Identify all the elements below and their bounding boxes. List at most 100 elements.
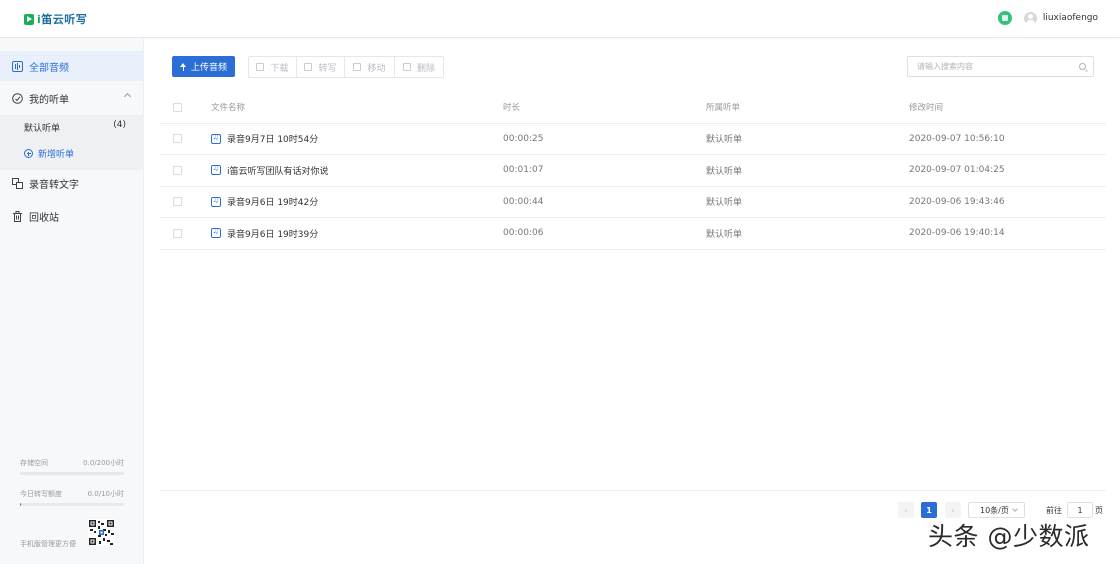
- quota-progress-bar: [20, 503, 124, 506]
- goto-page-input[interactable]: 1: [1067, 502, 1093, 518]
- audio-file-icon: [211, 133, 221, 144]
- header-right: liuxiaofengo: [997, 11, 1098, 25]
- search-box: [907, 56, 1094, 77]
- upload-audio-button[interactable]: 上传音频: [172, 56, 235, 77]
- playlist-icon: [12, 92, 23, 104]
- row-checkbox[interactable]: [173, 134, 182, 144]
- sidebar-item-label: 录音转文字: [29, 179, 79, 191]
- sidebar: 全部音频 我的听单 默认听单 (4) 新增听单 录音转文字 回收站 存储空间 0…: [0, 38, 144, 564]
- modified-time: 2020-09-07 10:56:10: [909, 133, 1005, 144]
- playlist: 默认听单: [706, 229, 743, 240]
- move-button[interactable]: 移动: [345, 57, 395, 77]
- quota-progress-fill: [20, 503, 22, 506]
- transcribe-button[interactable]: 转写: [297, 57, 345, 77]
- duration: 00:00:06: [503, 228, 544, 239]
- playlist-default[interactable]: 默认听单: [24, 121, 60, 134]
- search-input[interactable]: [917, 60, 1077, 73]
- file-name[interactable]: i笛云听写团队有话对你说: [227, 164, 329, 177]
- file-name[interactable]: 录音9月6日 19时42分: [227, 195, 318, 208]
- next-page-button[interactable]: ›: [945, 502, 961, 518]
- audio-file-icon: [211, 196, 221, 207]
- modified-time: 2020-09-06 19:40:14: [909, 228, 1005, 239]
- table-row[interactable]: i笛云听写团队有话对你说 00:01:07 默认听单 2020-09-07 01…: [160, 155, 1106, 187]
- col-name-header[interactable]: 文件名称: [211, 92, 245, 123]
- download-button[interactable]: 下载: [249, 57, 297, 77]
- table-row[interactable]: 录音9月6日 19时42分 00:00:44 默认听单 2020-09-06 1…: [160, 187, 1106, 218]
- row-checkbox[interactable]: [173, 197, 182, 207]
- download-icon: [256, 63, 265, 71]
- table-row[interactable]: 录音9月6日 19时39分 00:00:06 默认听单 2020-09-06 1…: [160, 218, 1106, 250]
- move-icon: [353, 63, 362, 71]
- transcribe-icon: [304, 63, 313, 71]
- page-suffix-label: 页: [1095, 505, 1103, 515]
- add-playlist-button[interactable]: 新增听单: [24, 147, 74, 160]
- logo-text: i笛云听写: [37, 13, 88, 26]
- file-name[interactable]: 录音9月6日 19时39分: [227, 227, 318, 240]
- playlist: 默认听单: [706, 135, 743, 146]
- storage-label: 存储空间: [20, 459, 48, 467]
- storage-value: 0.0/200小时: [83, 459, 124, 467]
- upload-label: 上传音频: [190, 63, 227, 73]
- audio-file-icon: [211, 164, 221, 176]
- row-checkbox[interactable]: [173, 228, 182, 238]
- transcribe-icon: [12, 177, 23, 189]
- sidebar-item-label: 全部音频: [29, 62, 69, 74]
- prev-page-button[interactable]: ‹: [898, 502, 914, 518]
- search-icon[interactable]: [1079, 63, 1086, 70]
- duration: 00:01:07: [503, 165, 544, 176]
- playlist: 默认听单: [706, 198, 743, 209]
- chevron-up-icon[interactable]: [123, 92, 132, 101]
- storage-stat: 存储空间 0.0/200小时: [20, 458, 124, 468]
- table-row[interactable]: 录音9月7日 10时54分 00:00:25 默认听单 2020-09-07 1…: [160, 124, 1106, 155]
- modified-time: 2020-09-06 19:43:46: [909, 196, 1005, 207]
- playlist-count: (4): [113, 120, 126, 130]
- quota-label: 今日转写额度: [20, 490, 62, 498]
- row-checkbox[interactable]: [173, 165, 182, 175]
- sidebar-item-label: 回收站: [29, 212, 59, 224]
- duration: 00:00:25: [503, 133, 544, 144]
- file-name[interactable]: 录音9月7日 10时54分: [227, 132, 318, 145]
- playlist-submenu: 默认听单 (4): [0, 115, 144, 170]
- logo-play-icon: [24, 13, 34, 25]
- avatar[interactable]: [1023, 11, 1037, 25]
- select-all-checkbox[interactable]: [173, 102, 182, 112]
- sidebar-item-trash[interactable]: 回收站: [0, 201, 144, 231]
- status-icon[interactable]: [997, 11, 1012, 25]
- add-circle-icon: [24, 149, 33, 158]
- col-playlist-header[interactable]: 所属听单: [706, 92, 740, 123]
- add-playlist-label: 新增听单: [38, 150, 75, 160]
- top-header: i笛云听写 liuxiaofengo: [0, 0, 1120, 38]
- audio-table: 文件名称 时长 所属听单 修改时间 录音9月7日 10时54分 00:00:25…: [160, 92, 1106, 250]
- trash-icon: [402, 63, 411, 71]
- trash-icon: [12, 210, 23, 222]
- sidebar-item-all-audio[interactable]: 全部音频: [0, 51, 144, 81]
- app-logo[interactable]: i笛云听写: [24, 11, 87, 27]
- goto-label: 前往: [1046, 505, 1062, 515]
- audio-library-icon: [12, 60, 23, 72]
- mobile-manage-label: 手机版管理更方便: [20, 540, 76, 548]
- quota-stat: 今日转写额度 0.0/10小时: [20, 489, 124, 499]
- quota-value: 0.0/10小时: [87, 490, 124, 498]
- col-modified-header[interactable]: 修改时间: [909, 92, 943, 123]
- chevron-down-icon: [1012, 506, 1018, 512]
- sidebar-item-label: 我的听单: [29, 94, 69, 106]
- watermark: 头条 @少数派: [928, 522, 1090, 551]
- upload-icon: [179, 62, 187, 71]
- sidebar-item-my-playlists[interactable]: 我的听单: [0, 83, 144, 113]
- page-size-value: 10条/页: [980, 505, 1009, 515]
- page-1-button[interactable]: 1: [921, 502, 937, 518]
- col-duration-header[interactable]: 时长: [503, 92, 520, 123]
- qr-code-icon: [88, 519, 115, 546]
- table-header: 文件名称 时长 所属听单 修改时间: [160, 92, 1106, 124]
- action-button-group: 下载 转写 移动 删除: [248, 56, 444, 78]
- sidebar-item-transcribe[interactable]: 录音转文字: [0, 168, 144, 198]
- audio-file-icon: [211, 227, 221, 239]
- storage-progress-bar: [20, 472, 124, 475]
- username[interactable]: liuxiaofengo: [1043, 13, 1098, 23]
- duration: 00:00:44: [503, 196, 544, 207]
- playlist: 默认听单: [706, 166, 743, 177]
- delete-button[interactable]: 删除: [395, 57, 443, 77]
- page-size-select[interactable]: 10条/页: [968, 502, 1025, 518]
- footer-divider: [160, 490, 1106, 491]
- modified-time: 2020-09-07 01:04:25: [909, 165, 1005, 176]
